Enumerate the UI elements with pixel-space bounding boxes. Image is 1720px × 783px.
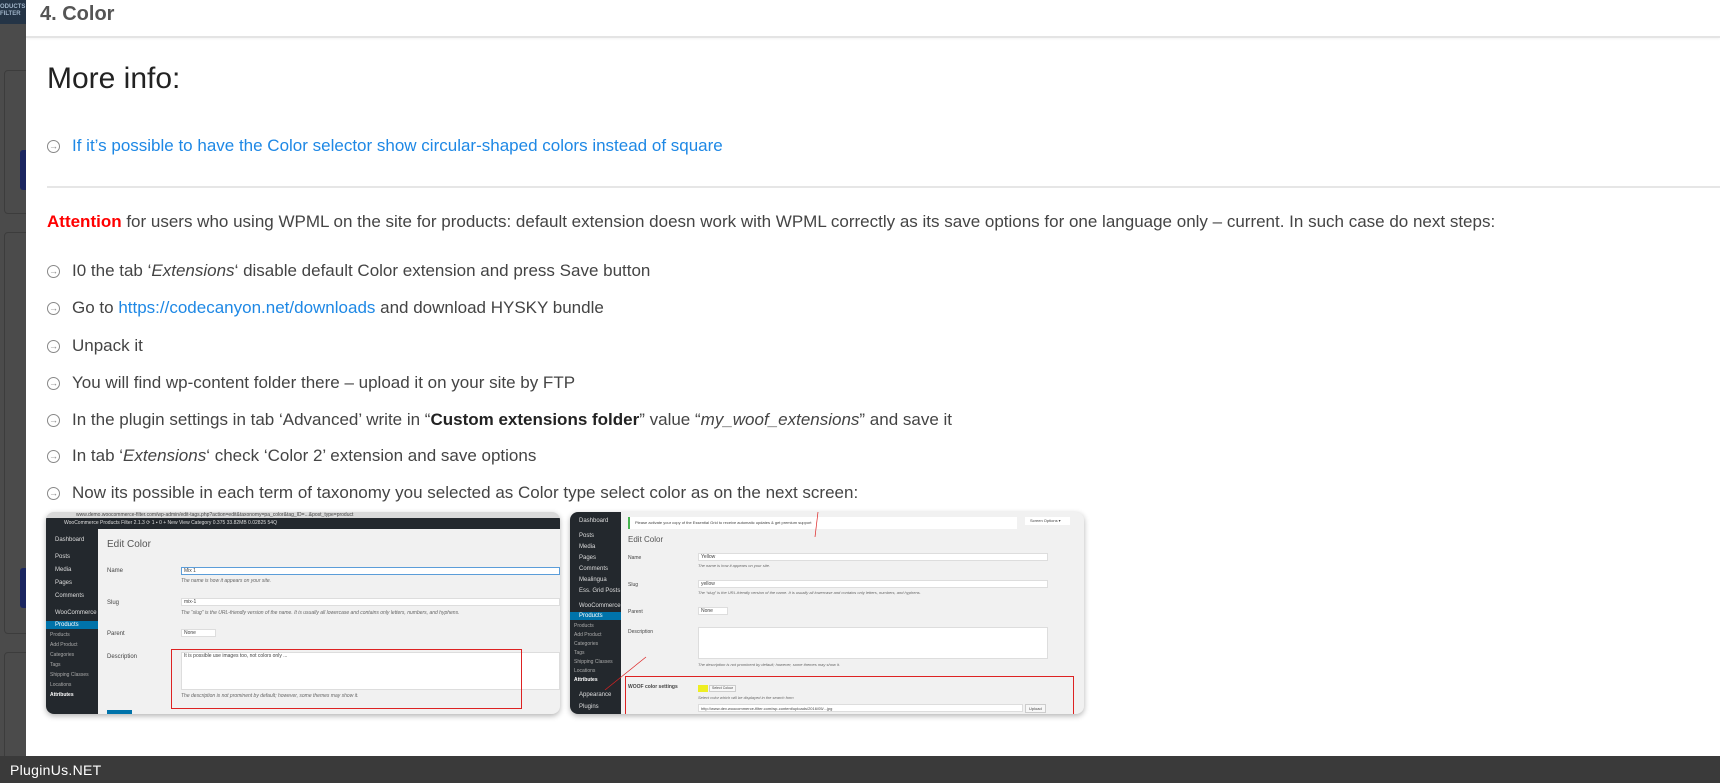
submenu-item: Add Product: [50, 642, 78, 648]
codecanyon-downloads-link[interactable]: https://codecanyon.net/downloads: [118, 298, 375, 318]
background-card: [4, 652, 26, 756]
modal-header: 4. Color: [26, 0, 1720, 38]
menu-item: Media: [55, 567, 72, 573]
menu-item: Posts: [55, 554, 71, 560]
parent-select: None: [181, 629, 216, 637]
annotation-arrows: [604, 512, 819, 691]
more-info-heading: More info:: [47, 62, 181, 95]
step-text: and download HYSKY bundle: [375, 298, 604, 317]
step-item: → Unpack it: [47, 336, 143, 356]
background-logo: ODUCTS FILTER: [0, 0, 26, 24]
update-button: [107, 710, 132, 714]
submenu-item: Shipping Classes: [50, 672, 89, 678]
circle-arrow-icon: →: [47, 339, 60, 353]
step-text: ” and save it: [859, 410, 953, 429]
step-text: I0 the tab ‘: [72, 261, 152, 280]
submenu-item: Locations: [50, 682, 72, 688]
step-text: In tab ‘: [72, 446, 124, 465]
field-label: Description: [107, 654, 138, 660]
menu-item: Comments: [55, 593, 85, 599]
attention-text: for users who using WPML on the site for…: [121, 212, 1496, 231]
name-field: Mix 1: [181, 567, 560, 575]
footer-brand: PluginUs.NET: [10, 762, 102, 778]
step-item: → I0 the tab ‘Extensions ‘ disable default…: [47, 261, 650, 281]
highlight-box: [171, 649, 522, 709]
step-text: Now its possible in each term of taxonom…: [72, 483, 859, 502]
wp-sidebar: Dashboard Posts Media Pages Comments Woo…: [46, 529, 98, 714]
attention-label: Attention: [47, 212, 122, 231]
step-text: ” value “: [639, 410, 701, 429]
field-label: Slug: [107, 600, 120, 606]
circle-arrow-icon: →: [47, 486, 60, 500]
submenu-item: Products: [50, 632, 70, 638]
step-item: → In tab ‘Extensions ‘ check ‘Color 2’ ext…: [47, 446, 536, 466]
step-strong: Custom extensions folder: [430, 410, 640, 429]
step-emphasis: Extensions: [151, 261, 235, 280]
more-info-item: → If it’s possible to have the Color sel…: [47, 136, 723, 156]
submenu-item: Attributes: [50, 692, 74, 698]
submenu-item: Categories: [50, 652, 75, 658]
background-card: [4, 70, 26, 214]
step-text: Unpack it: [72, 336, 143, 355]
step-emphasis: Extensions: [123, 446, 207, 465]
circle-arrow-icon: →: [47, 139, 60, 153]
circle-arrow-icon: →: [47, 376, 60, 390]
step-item: → Now its possible in each term of taxono…: [47, 483, 858, 503]
step-item: → Go to https://codecanyon.net/downloads …: [47, 298, 604, 318]
step-emphasis: my_woof_extensions: [700, 410, 860, 429]
menu-item: Pages: [55, 580, 73, 586]
circular-colors-link[interactable]: If it’s possible to have the Color selec…: [72, 136, 723, 156]
wp-page-title: Edit Color: [107, 539, 151, 550]
circle-arrow-icon: →: [47, 301, 60, 315]
screenshot-edit-color-1: www.demo.woocommerce-filter.com/wp-admin…: [46, 512, 560, 714]
field-hint: The “slug” is the URL-friendly version o…: [181, 610, 460, 616]
step-item: → In the plugin settings in tab ‘Advanced…: [47, 410, 952, 430]
submenu-item: Tags: [50, 662, 61, 668]
info-modal: 4. Color More info: → If it’s possible t…: [26, 0, 1720, 756]
menu-item: WooCommerce: [55, 610, 97, 616]
footer-bar: PluginUs.NET: [0, 756, 1720, 783]
step-item: → You will find wp-content folder there –…: [47, 373, 575, 393]
step-text: You will find wp-content folder there – …: [72, 373, 576, 392]
step-text: Go to: [72, 298, 114, 317]
menu-item-active: Products: [46, 621, 98, 629]
circle-arrow-icon: →: [47, 413, 60, 427]
attention-note: Attention for users who using WPML on th…: [47, 212, 1495, 232]
circle-arrow-icon: →: [47, 264, 60, 278]
wp-admin-bar: WooCommerce Products Filter 2.1.3 ⟳ 1 ▪ …: [46, 518, 560, 529]
field-label: Parent: [107, 631, 125, 637]
slug-field: mix-1: [181, 598, 560, 606]
step-text: In the plugin settings in tab ‘Advanced’…: [72, 410, 431, 429]
step-text: ‘ disable default Color extension and pr…: [234, 261, 651, 280]
menu-item: Dashboard: [55, 537, 85, 543]
screenshot-edit-color-2: Dashboard Posts Media Pages Comments Mea…: [570, 512, 1084, 714]
circle-arrow-icon: →: [47, 449, 60, 463]
step-text: ‘ check ‘Color 2’ extension and save opt…: [206, 446, 537, 465]
field-hint: The name is how it appears on your site.: [181, 578, 272, 584]
background-page-strip: ODUCTS FILTER: [0, 0, 26, 756]
divider: [47, 186, 1720, 188]
field-label: Name: [107, 568, 124, 574]
section-title: 4. Color: [40, 3, 115, 25]
